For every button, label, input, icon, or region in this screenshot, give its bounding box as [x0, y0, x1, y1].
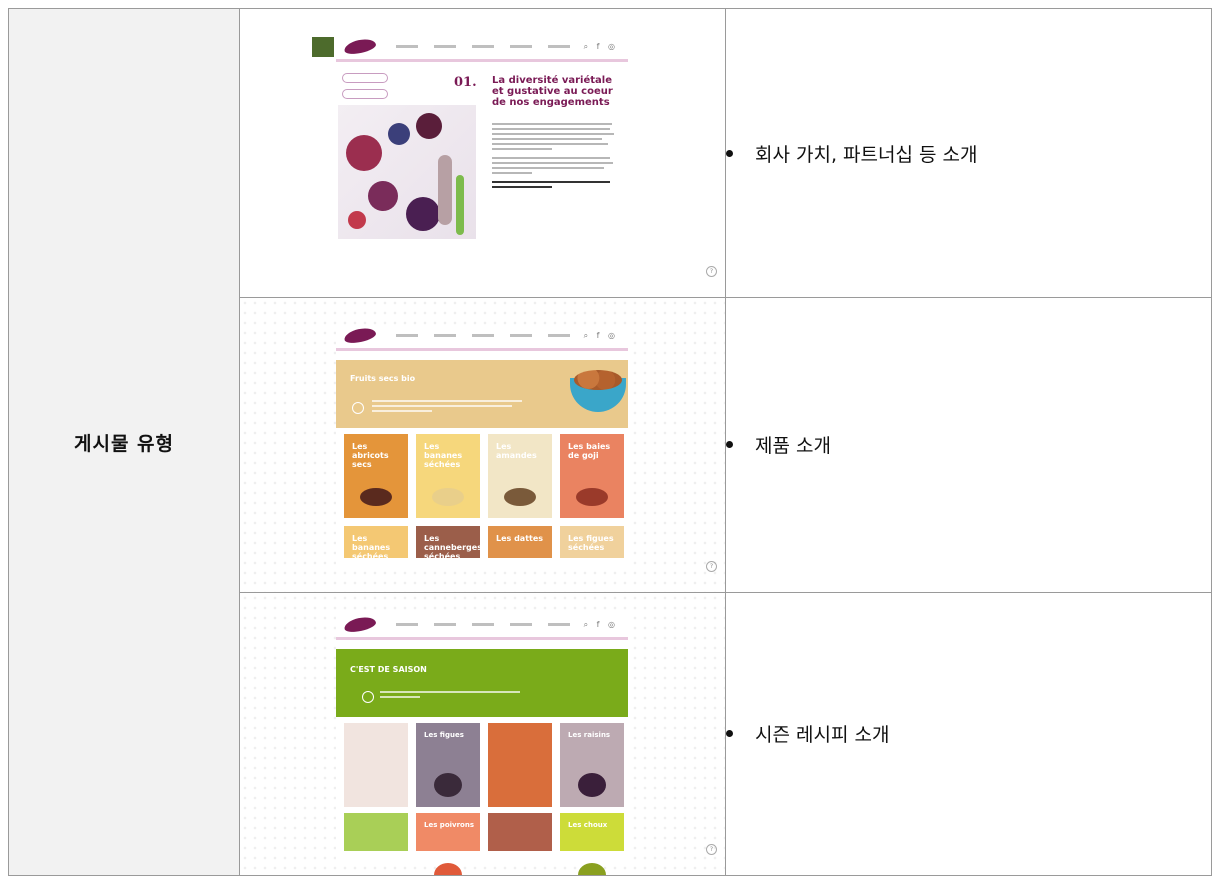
season-tile[interactable]: Les choux	[560, 812, 624, 875]
season-tile-label: Les poivrons	[424, 820, 475, 829]
screenshot-cell-company: ⌕ f ◎ 01. La diversité variétale et gust…	[239, 7, 726, 299]
screenshot-cell-products: ⌕ f ◎ Fruits secs bio Les abricots secs L…	[239, 297, 726, 593]
product-card[interactable]: Les figues séchées	[560, 526, 624, 559]
banner-title: C'EST DE SAISON	[350, 664, 427, 674]
description-bullet: 제품 소개	[726, 431, 1211, 458]
info-icon	[362, 690, 374, 703]
description-cell-company: 회사 가치, 파트너십 등 소개	[725, 7, 1212, 299]
season-banner: C'EST DE SAISON	[336, 648, 628, 717]
product-card[interactable]: Les bananes séchées	[344, 526, 408, 562]
product-card-label: Les amandes	[496, 442, 537, 461]
bullet-icon	[726, 441, 733, 449]
product-card-label: Les figues séchées	[568, 534, 614, 553]
brand-logo	[342, 326, 378, 346]
product-image	[504, 488, 536, 507]
product-image	[432, 488, 464, 507]
content-type-table: 게시물 유형 ⌕ f ◎ 01. La diversité variétale …	[8, 7, 1212, 876]
recipes-screenshot: ⌕ f ◎ C'EST DE SAISON Les figues Les rais…	[240, 592, 725, 875]
site-nav: ⌕ f ◎	[336, 326, 628, 352]
help-icon: ?	[706, 266, 717, 278]
screenshot-cell-recipes: ⌕ f ◎ C'EST DE SAISON Les figues Les rais…	[239, 591, 726, 876]
site-nav: ⌕ f ◎	[336, 614, 628, 640]
product-card[interactable]: Les canneberges séchées	[416, 526, 482, 562]
product-card-label: Les bananes séchées	[424, 442, 463, 470]
info-icon	[352, 402, 364, 415]
nav-icons: ⌕ f ◎	[583, 619, 618, 629]
produce-photo	[338, 105, 476, 239]
product-image	[576, 488, 608, 507]
product-card-label: Les canneberges séchées	[424, 534, 482, 562]
product-card-label: Les bananes séchées	[352, 534, 391, 562]
help-icon: ?	[706, 560, 717, 572]
nav-items	[396, 622, 570, 626]
product-image	[360, 488, 392, 507]
product-card[interactable]: Les bananes séchées	[416, 434, 480, 519]
mini-site: ⌕ f ◎ C'EST DE SAISON Les figues Les rais…	[336, 614, 628, 875]
brand-logo	[342, 614, 378, 634]
section-number: 01.	[454, 75, 477, 90]
nav-icons: ⌕ f ◎	[583, 42, 618, 51]
description-bullet: 회사 가치, 파트너십 등 소개	[726, 140, 1211, 167]
season-tile-label: Les raisins	[568, 730, 611, 739]
product-card-label: Les abricots secs	[352, 442, 389, 470]
description-bullet: 시즌 레시피 소개	[726, 720, 1211, 747]
banner-title: Fruits secs bio	[350, 374, 416, 384]
season-tile[interactable]	[488, 722, 552, 807]
product-card[interactable]: Les baies de goji	[560, 434, 624, 519]
description-text: 제품 소개	[755, 435, 831, 458]
season-tile[interactable]: Les poivrons	[416, 812, 480, 875]
nav-items	[396, 334, 570, 338]
product-card[interactable]: Les abricots secs	[344, 434, 408, 519]
produce-image	[578, 772, 606, 797]
season-tile[interactable]	[344, 722, 408, 807]
thumbnail-image	[312, 37, 334, 57]
season-tile-label: Les figues	[424, 730, 464, 739]
body-text-lines	[492, 123, 616, 191]
bullet-icon	[726, 730, 733, 738]
nav-items	[396, 45, 570, 48]
nav-icons: ⌕ f ◎	[583, 331, 618, 341]
section-heading: La diversité variétale et gustative au c…	[492, 75, 613, 108]
description-cell-recipes: 시즌 레시피 소개	[725, 591, 1212, 876]
products-screenshot: ⌕ f ◎ Fruits secs bio Les abricots secs L…	[240, 298, 725, 592]
description-text: 회사 가치, 파트너십 등 소개	[755, 143, 978, 166]
category-label: 게시물 유형	[73, 432, 174, 455]
banner-text-lines	[372, 400, 522, 415]
product-card-label: Les baies de goji	[568, 442, 611, 461]
mini-site: ⌕ f ◎ Fruits secs bio Les abricots secs L…	[336, 326, 628, 567]
mini-site: ⌕ f ◎ 01. La diversité variétale et gust…	[336, 36, 628, 262]
category-cell: 게시물 유형	[8, 8, 240, 876]
brand-logo	[342, 36, 378, 57]
product-card[interactable]: Les dattes	[488, 526, 552, 559]
category-banner: Fruits secs bio	[336, 360, 628, 429]
help-icon: ?	[706, 844, 717, 855]
season-tile[interactable]	[488, 812, 552, 851]
description-cell-products: 제품 소개	[725, 297, 1212, 593]
company-values-screenshot: ⌕ f ◎ 01. La diversité variétale et gust…	[240, 9, 725, 297]
bullet-icon	[726, 149, 733, 157]
season-tile[interactable]: Les figues	[416, 722, 480, 807]
description-text: 시즌 레시피 소개	[755, 724, 890, 747]
produce-image	[434, 772, 462, 797]
product-card[interactable]: Les amandes	[488, 434, 552, 519]
site-nav: ⌕ f ◎	[336, 36, 628, 62]
banner-text-lines	[380, 690, 520, 701]
season-tile[interactable]	[344, 812, 408, 851]
season-tile-label: Les choux	[568, 820, 608, 829]
season-tile[interactable]: Les raisins	[560, 722, 624, 807]
product-card-label: Les dattes	[496, 534, 544, 544]
